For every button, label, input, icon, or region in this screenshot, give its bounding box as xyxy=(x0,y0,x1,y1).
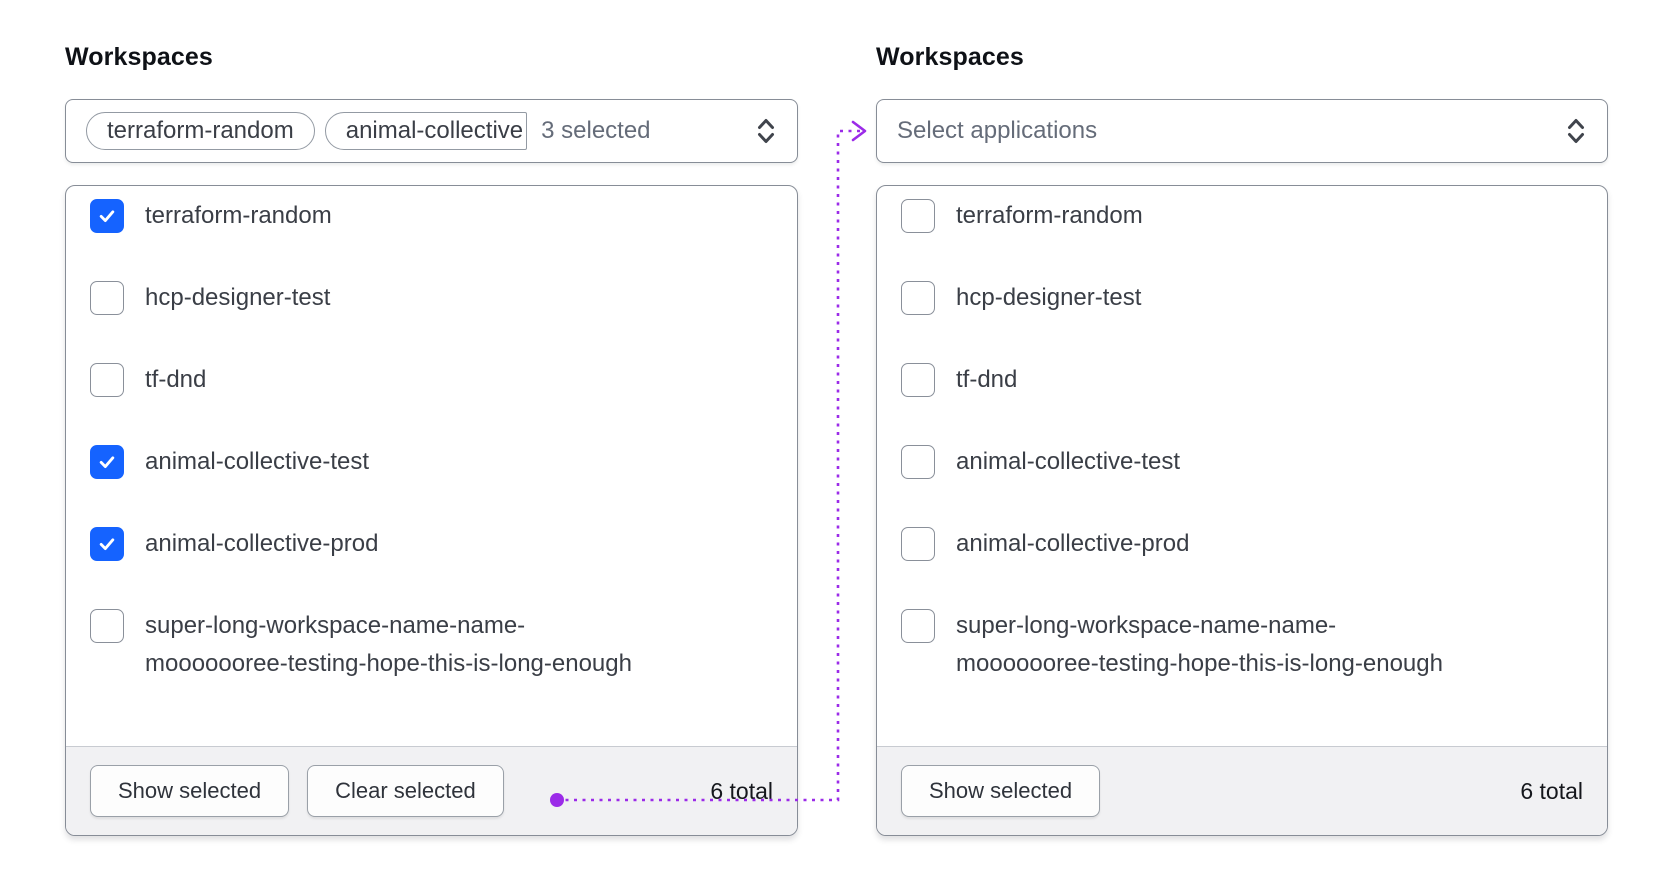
workspaces-multiselect-right: Workspaces Select applications terraform… xyxy=(876,41,1608,836)
checkbox-checked[interactable] xyxy=(90,199,124,233)
list-option[interactable]: animal-collective-prod xyxy=(90,527,773,561)
checkbox-unchecked[interactable] xyxy=(901,199,935,233)
list-option[interactable]: super-long-workspace-name-name- moooooor… xyxy=(901,609,1583,683)
checkbox-unchecked[interactable] xyxy=(90,609,124,643)
checkbox-unchecked[interactable] xyxy=(90,281,124,315)
selected-tag-clipped: animal-collective xyxy=(324,112,528,150)
list-option[interactable]: animal-collective-test xyxy=(901,445,1583,479)
selected-tags: terraform-random animal-collective xyxy=(86,112,528,150)
selected-count: 3 selected xyxy=(541,117,651,144)
checkbox-unchecked[interactable] xyxy=(901,527,935,561)
total-count: 6 total xyxy=(1520,777,1583,804)
option-label: terraform-random xyxy=(956,202,1143,229)
multiselect-trigger[interactable]: Select applications xyxy=(876,99,1608,163)
option-label: animal-collective-prod xyxy=(956,530,1190,557)
option-label: super-long-workspace-name-name- moooooor… xyxy=(956,612,1443,677)
trigger-placeholder: Select applications xyxy=(897,117,1098,144)
option-label: hcp-designer-test xyxy=(956,284,1142,311)
dropdown-panel: terraform-random hcp-designer-test tf-dnd a… xyxy=(876,185,1608,836)
unfold-chevron-icon xyxy=(753,115,779,147)
list-option[interactable]: terraform-random xyxy=(901,199,1583,233)
list-option[interactable]: animal-collective-prod xyxy=(901,527,1583,561)
checkbox-unchecked[interactable] xyxy=(901,609,935,643)
list-option[interactable]: hcp-designer-test xyxy=(90,281,773,315)
option-label: animal-collective-test xyxy=(956,448,1181,475)
unfold-chevron-icon xyxy=(1563,115,1589,147)
checkbox-unchecked[interactable] xyxy=(901,281,935,315)
option-label: animal-collective-prod xyxy=(145,530,379,557)
list-option[interactable]: super-long-workspace-name-name- moooooor… xyxy=(90,609,773,683)
page: Workspaces terraform-random animal-colle… xyxy=(0,0,1672,892)
checkbox-checked[interactable] xyxy=(90,527,124,561)
checkbox-unchecked[interactable] xyxy=(901,445,935,479)
dropdown-panel: terraform-random hcp-designer-test tf-dnd a… xyxy=(65,185,798,836)
list-option[interactable]: animal-collective-test xyxy=(90,445,773,479)
list-option[interactable]: tf-dnd xyxy=(901,363,1583,397)
checkbox-unchecked[interactable] xyxy=(90,363,124,397)
show-selected-button[interactable]: Show selected xyxy=(90,765,290,817)
checkbox-unchecked[interactable] xyxy=(901,363,935,397)
panel-footer: Show selected 6 total xyxy=(877,746,1607,835)
field-label: Workspaces xyxy=(65,43,213,71)
checkbox-checked[interactable] xyxy=(90,445,124,479)
option-label: hcp-designer-test xyxy=(145,284,331,311)
option-label: animal-collective-test xyxy=(145,448,370,475)
arrow-head xyxy=(851,120,867,142)
list-option[interactable]: hcp-designer-test xyxy=(901,281,1583,315)
list-option[interactable]: terraform-random xyxy=(90,199,773,233)
panel-footer: Show selected Clear selected 6 total xyxy=(66,746,797,835)
show-selected-button[interactable]: Show selected xyxy=(901,765,1101,817)
list-option[interactable]: tf-dnd xyxy=(90,363,773,397)
workspaces-multiselect-left: Workspaces terraform-random animal-colle… xyxy=(65,41,798,836)
option-label: terraform-random xyxy=(145,202,332,229)
multiselect-trigger[interactable]: terraform-random animal-collective 3 sel… xyxy=(65,99,798,163)
selected-tag: terraform-random xyxy=(86,112,315,150)
option-label: tf-dnd xyxy=(956,366,1018,393)
field-label: Workspaces xyxy=(876,43,1024,71)
total-count: 6 total xyxy=(710,777,773,804)
options-list: terraform-random hcp-designer-test tf-dnd a… xyxy=(66,186,797,746)
clear-selected-button[interactable]: Clear selected xyxy=(307,765,504,817)
option-label: super-long-workspace-name-name- moooooor… xyxy=(145,612,632,677)
options-list: terraform-random hcp-designer-test tf-dnd a… xyxy=(877,186,1607,746)
option-label: tf-dnd xyxy=(145,366,207,393)
